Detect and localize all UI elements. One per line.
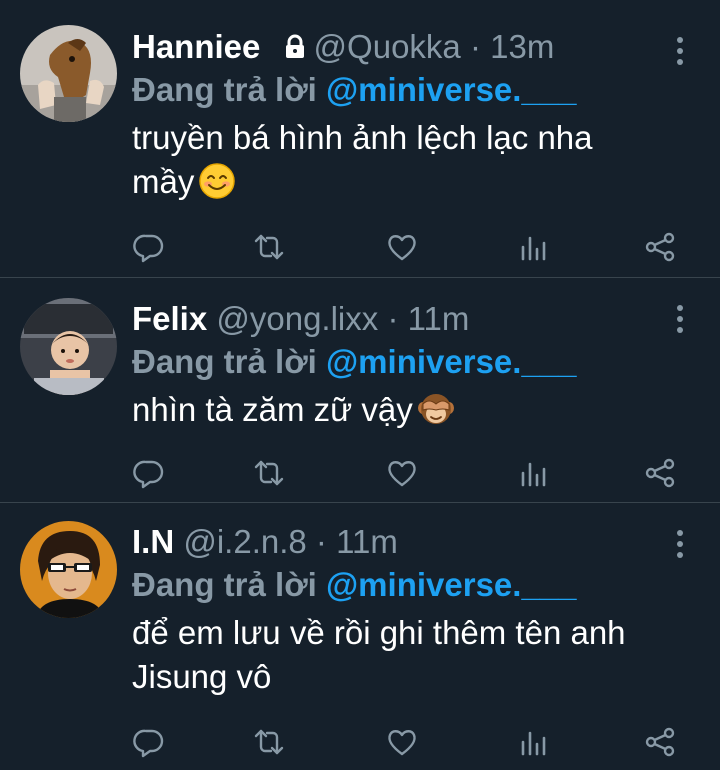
replying-to-label: Đang trả lời xyxy=(132,71,317,108)
replying-to-label: Đang trả lời xyxy=(132,343,317,380)
tweet-text: truyền bá hình ảnh lệch lạc nha mầy xyxy=(132,116,660,204)
like-icon[interactable] xyxy=(385,230,419,264)
reply-mention-link[interactable]: @miniverse.___ xyxy=(326,71,577,108)
separator-dot: · xyxy=(387,300,399,337)
reply-icon[interactable] xyxy=(132,230,166,264)
tweet[interactable]: Felix @yong.lixx · 11m Đang trả lời @min… xyxy=(0,278,720,503)
avatar[interactable] xyxy=(20,298,117,395)
user-handle[interactable]: @yong.lixx xyxy=(216,300,378,337)
tweet-actions xyxy=(0,230,720,264)
retweet-icon[interactable] xyxy=(252,725,286,759)
avatar[interactable] xyxy=(20,25,117,122)
retweet-icon[interactable] xyxy=(252,456,286,490)
analytics-icon[interactable] xyxy=(517,725,551,759)
replying-to: Đang trả lời @miniverse.___ xyxy=(132,340,660,384)
reply-icon[interactable] xyxy=(132,725,166,759)
separator-dot: · xyxy=(469,28,481,65)
separator-dot: · xyxy=(315,523,327,560)
tweet-text: nhìn tà zăm zữ vậy xyxy=(132,388,660,432)
like-icon[interactable] xyxy=(385,725,419,759)
reply-icon[interactable] xyxy=(132,456,166,490)
tweet-body: Hanniee @Quokka · 13m Đang trả lời @mini… xyxy=(132,26,660,204)
tweet-actions xyxy=(0,725,720,759)
analytics-icon[interactable] xyxy=(517,456,551,490)
smiling-face-emoji xyxy=(198,162,236,200)
display-name[interactable]: Hanniee xyxy=(132,28,260,65)
share-icon[interactable] xyxy=(643,456,677,490)
tweet-text: để em lưu về rồi ghi thêm tên anh Jisung… xyxy=(132,614,626,695)
timestamp[interactable]: 11m xyxy=(336,523,398,560)
replying-to: Đang trả lời @miniverse.___ xyxy=(132,563,660,607)
like-icon[interactable] xyxy=(385,456,419,490)
tweet-body: Felix @yong.lixx · 11m Đang trả lời @min… xyxy=(132,298,660,432)
analytics-icon[interactable] xyxy=(517,230,551,264)
tweet-header: I.N @i.2.n.8 · 11m xyxy=(132,521,660,563)
display-name[interactable]: Felix xyxy=(132,300,207,337)
more-options-icon[interactable] xyxy=(675,304,685,334)
tweet-header: Hanniee @Quokka · 13m xyxy=(132,26,660,68)
tweet[interactable]: Hanniee @Quokka · 13m Đang trả lời @mini… xyxy=(0,0,720,278)
reply-feed: Hanniee @Quokka · 13m Đang trả lời @mini… xyxy=(0,0,720,770)
reply-mention-link[interactable]: @miniverse.___ xyxy=(326,566,577,603)
see-no-evil-monkey-emoji xyxy=(417,390,455,428)
reply-mention-link[interactable]: @miniverse.___ xyxy=(326,343,577,380)
timestamp[interactable]: 13m xyxy=(490,28,554,65)
replying-to: Đang trả lời @miniverse.___ xyxy=(132,68,660,112)
replying-to-label: Đang trả lời xyxy=(132,566,317,603)
tweet-actions xyxy=(0,456,720,490)
share-icon[interactable] xyxy=(643,230,677,264)
lock-icon xyxy=(284,28,306,58)
share-icon[interactable] xyxy=(643,725,677,759)
user-handle[interactable]: @i.2.n.8 xyxy=(183,523,306,560)
tweet[interactable]: I.N @i.2.n.8 · 11m Đang trả lời @miniver… xyxy=(0,503,720,770)
more-options-icon[interactable] xyxy=(675,529,685,559)
avatar[interactable] xyxy=(20,521,117,618)
tweet-body: I.N @i.2.n.8 · 11m Đang trả lời @miniver… xyxy=(132,521,660,699)
timestamp[interactable]: 11m xyxy=(408,300,470,337)
more-options-icon[interactable] xyxy=(675,36,685,66)
display-name[interactable]: I.N xyxy=(132,523,174,560)
user-handle[interactable]: @Quokka xyxy=(314,28,461,65)
tweet-text-content: nhìn tà zăm zữ vậy xyxy=(132,391,413,428)
retweet-icon[interactable] xyxy=(252,230,286,264)
tweet-header: Felix @yong.lixx · 11m xyxy=(132,298,660,340)
